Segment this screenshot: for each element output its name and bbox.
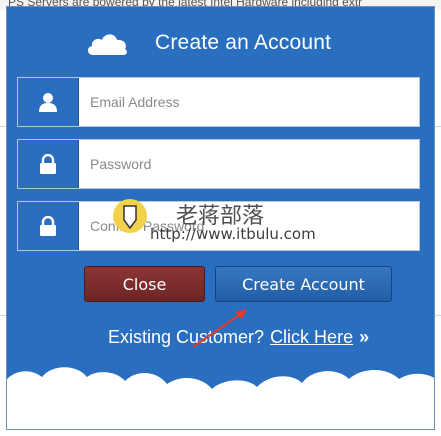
confirm-password-field-group	[17, 201, 420, 251]
create-account-dialog: Create an Account Cl	[6, 6, 435, 430]
cloud-icon	[87, 34, 127, 55]
dialog-header: Create an Account	[7, 27, 434, 63]
email-field-group	[17, 77, 420, 127]
lock-icon	[18, 140, 79, 188]
password-input[interactable]	[90, 140, 410, 188]
email-input[interactable]	[90, 78, 410, 126]
close-button[interactable]: Close	[84, 266, 205, 302]
lock-icon	[18, 202, 79, 250]
red-arrow-annotation	[192, 309, 247, 348]
dialog-title: Create an Account	[155, 31, 332, 54]
create-account-button[interactable]: Create Account	[215, 266, 392, 302]
user-icon	[18, 78, 79, 126]
password-field-group	[17, 139, 420, 189]
confirm-password-input[interactable]	[90, 202, 410, 250]
